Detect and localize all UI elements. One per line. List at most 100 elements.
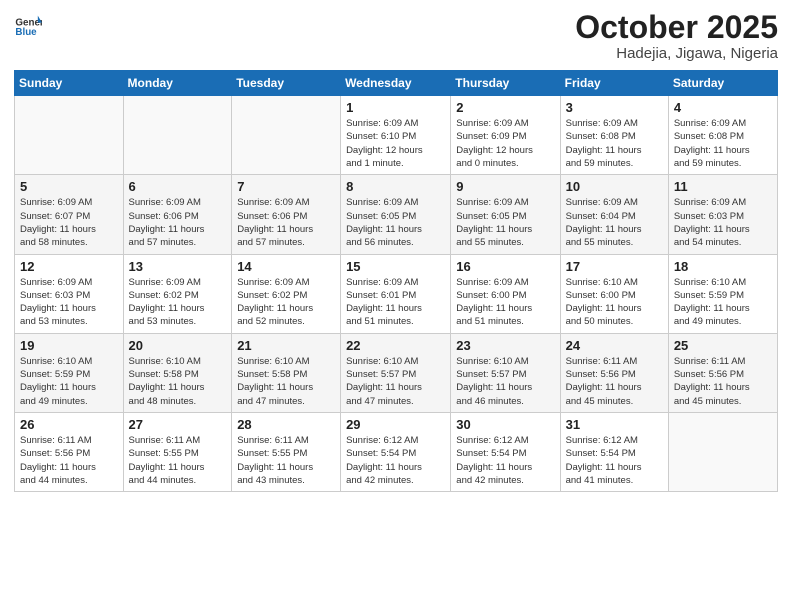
header: General Blue October 2025 Hadejia, Jigaw… bbox=[14, 10, 778, 62]
calendar-day-22: 22 Sunrise: 6:10 AM Sunset: 5:57 PM Dayli… bbox=[341, 333, 451, 412]
calendar-day-27: 27 Sunrise: 6:11 AM Sunset: 5:55 PM Dayli… bbox=[123, 412, 232, 491]
calendar-day-3: 3 Sunrise: 6:09 AM Sunset: 6:08 PM Daylig… bbox=[560, 96, 668, 175]
day-info: Sunrise: 6:11 AM Sunset: 5:56 PM Dayligh… bbox=[20, 434, 118, 487]
day-number: 18 bbox=[674, 259, 772, 274]
day-info: Sunrise: 6:10 AM Sunset: 5:58 PM Dayligh… bbox=[129, 355, 227, 408]
day-number: 31 bbox=[566, 417, 663, 432]
calendar-day-20: 20Sunrise: 6:10 AM Sunset: 5:58 PM Dayli… bbox=[123, 333, 232, 412]
day-number: 6 bbox=[129, 179, 227, 194]
day-info: Sunrise: 6:10 AM Sunset: 5:57 PM Dayligh… bbox=[346, 355, 445, 408]
calendar-day-25: 25 Sunrise: 6:11 AM Sunset: 5:56 PM Dayli… bbox=[668, 333, 777, 412]
day-number: 25 bbox=[674, 338, 772, 353]
day-info: Sunrise: 6:12 AM Sunset: 5:54 PM Dayligh… bbox=[566, 434, 663, 487]
day-info: Sunrise: 6:09 AM Sunset: 6:03 PM Dayligh… bbox=[674, 196, 772, 249]
calendar-day-8: 8 Sunrise: 6:09 AM Sunset: 6:05 PM Daylig… bbox=[341, 175, 451, 254]
weekday-header-row: SundayMondayTuesdayWednesdayThursdayFrid… bbox=[15, 71, 778, 96]
day-info: Sunrise: 6:10 AM Sunset: 5:57 PM Dayligh… bbox=[456, 355, 554, 408]
day-info: Sunrise: 6:09 AM Sunset: 6:05 PM Dayligh… bbox=[346, 196, 445, 249]
calendar-day-6: 6 Sunrise: 6:09 AM Sunset: 6:06 PM Daylig… bbox=[123, 175, 232, 254]
calendar-day-28: 28 Sunrise: 6:11 AM Sunset: 5:55 PM Dayli… bbox=[232, 412, 341, 491]
calendar-day-24: 24 Sunrise: 6:11 AM Sunset: 5:56 PM Dayli… bbox=[560, 333, 668, 412]
month-title: October 2025 bbox=[575, 10, 778, 45]
day-number: 11 bbox=[674, 179, 772, 194]
empty-day bbox=[668, 412, 777, 491]
day-number: 12 bbox=[20, 259, 118, 274]
day-info: Sunrise: 6:12 AM Sunset: 5:54 PM Dayligh… bbox=[346, 434, 445, 487]
day-info: Sunrise: 6:09 AM Sunset: 6:03 PM Dayligh… bbox=[20, 276, 118, 329]
empty-day bbox=[15, 96, 124, 175]
day-number: 27 bbox=[129, 417, 227, 432]
calendar-day-31: 31 Sunrise: 6:12 AM Sunset: 5:54 PM Dayli… bbox=[560, 412, 668, 491]
day-number: 16 bbox=[456, 259, 554, 274]
day-number: 5 bbox=[20, 179, 118, 194]
weekday-header-friday: Friday bbox=[560, 71, 668, 96]
day-number: 19 bbox=[20, 338, 118, 353]
calendar-day-1: 1Sunrise: 6:09 AM Sunset: 6:10 PM Daylig… bbox=[341, 96, 451, 175]
calendar-day-9: 9 Sunrise: 6:09 AM Sunset: 6:05 PM Daylig… bbox=[451, 175, 560, 254]
day-number: 7 bbox=[237, 179, 335, 194]
day-info: Sunrise: 6:10 AM Sunset: 6:00 PM Dayligh… bbox=[566, 276, 663, 329]
day-info: Sunrise: 6:09 AM Sunset: 6:06 PM Dayligh… bbox=[129, 196, 227, 249]
calendar-day-12: 12 Sunrise: 6:09 AM Sunset: 6:03 PM Dayli… bbox=[15, 254, 124, 333]
svg-text:Blue: Blue bbox=[15, 27, 37, 38]
day-number: 9 bbox=[456, 179, 554, 194]
day-number: 2 bbox=[456, 100, 554, 115]
day-info: Sunrise: 6:09 AM Sunset: 6:09 PM Dayligh… bbox=[456, 117, 554, 170]
day-info: Sunrise: 6:09 AM Sunset: 6:00 PM Dayligh… bbox=[456, 276, 554, 329]
day-info: Sunrise: 6:09 AM Sunset: 6:08 PM Dayligh… bbox=[674, 117, 772, 170]
logo-icon: General Blue bbox=[14, 10, 42, 38]
logo: General Blue bbox=[14, 10, 44, 38]
day-info: Sunrise: 6:10 AM Sunset: 5:59 PM Dayligh… bbox=[674, 276, 772, 329]
calendar-week-5: 26Sunrise: 6:11 AM Sunset: 5:56 PM Dayli… bbox=[15, 412, 778, 491]
title-area: October 2025 Hadejia, Jigawa, Nigeria bbox=[575, 10, 778, 62]
day-number: 1 bbox=[346, 100, 445, 115]
day-number: 22 bbox=[346, 338, 445, 353]
calendar-week-2: 5 Sunrise: 6:09 AM Sunset: 6:07 PM Daylig… bbox=[15, 175, 778, 254]
day-number: 30 bbox=[456, 417, 554, 432]
day-number: 28 bbox=[237, 417, 335, 432]
day-info: Sunrise: 6:11 AM Sunset: 5:56 PM Dayligh… bbox=[566, 355, 663, 408]
calendar-day-26: 26Sunrise: 6:11 AM Sunset: 5:56 PM Dayli… bbox=[15, 412, 124, 491]
empty-day bbox=[123, 96, 232, 175]
day-number: 3 bbox=[566, 100, 663, 115]
calendar-day-10: 10Sunrise: 6:09 AM Sunset: 6:04 PM Dayli… bbox=[560, 175, 668, 254]
day-number: 21 bbox=[237, 338, 335, 353]
day-info: Sunrise: 6:09 AM Sunset: 6:06 PM Dayligh… bbox=[237, 196, 335, 249]
day-number: 13 bbox=[129, 259, 227, 274]
calendar-day-23: 23Sunrise: 6:10 AM Sunset: 5:57 PM Dayli… bbox=[451, 333, 560, 412]
day-info: Sunrise: 6:09 AM Sunset: 6:07 PM Dayligh… bbox=[20, 196, 118, 249]
day-info: Sunrise: 6:11 AM Sunset: 5:56 PM Dayligh… bbox=[674, 355, 772, 408]
calendar-day-7: 7 Sunrise: 6:09 AM Sunset: 6:06 PM Daylig… bbox=[232, 175, 341, 254]
weekday-header-thursday: Thursday bbox=[451, 71, 560, 96]
weekday-header-wednesday: Wednesday bbox=[341, 71, 451, 96]
day-number: 4 bbox=[674, 100, 772, 115]
calendar-day-29: 29Sunrise: 6:12 AM Sunset: 5:54 PM Dayli… bbox=[341, 412, 451, 491]
calendar-day-19: 19Sunrise: 6:10 AM Sunset: 5:59 PM Dayli… bbox=[15, 333, 124, 412]
calendar-day-30: 30Sunrise: 6:12 AM Sunset: 5:54 PM Dayli… bbox=[451, 412, 560, 491]
day-info: Sunrise: 6:11 AM Sunset: 5:55 PM Dayligh… bbox=[129, 434, 227, 487]
day-number: 14 bbox=[237, 259, 335, 274]
day-number: 17 bbox=[566, 259, 663, 274]
calendar-day-18: 18 Sunrise: 6:10 AM Sunset: 5:59 PM Dayli… bbox=[668, 254, 777, 333]
calendar-day-21: 21 Sunrise: 6:10 AM Sunset: 5:58 PM Dayli… bbox=[232, 333, 341, 412]
day-number: 24 bbox=[566, 338, 663, 353]
day-info: Sunrise: 6:11 AM Sunset: 5:55 PM Dayligh… bbox=[237, 434, 335, 487]
calendar-day-5: 5 Sunrise: 6:09 AM Sunset: 6:07 PM Daylig… bbox=[15, 175, 124, 254]
calendar-day-2: 2 Sunrise: 6:09 AM Sunset: 6:09 PM Daylig… bbox=[451, 96, 560, 175]
calendar-day-13: 13 Sunrise: 6:09 AM Sunset: 6:02 PM Dayli… bbox=[123, 254, 232, 333]
calendar-day-15: 15Sunrise: 6:09 AM Sunset: 6:01 PM Dayli… bbox=[341, 254, 451, 333]
day-number: 8 bbox=[346, 179, 445, 194]
day-info: Sunrise: 6:09 AM Sunset: 6:08 PM Dayligh… bbox=[566, 117, 663, 170]
day-info: Sunrise: 6:10 AM Sunset: 5:58 PM Dayligh… bbox=[237, 355, 335, 408]
calendar-day-4: 4 Sunrise: 6:09 AM Sunset: 6:08 PM Daylig… bbox=[668, 96, 777, 175]
calendar-week-4: 19Sunrise: 6:10 AM Sunset: 5:59 PM Dayli… bbox=[15, 333, 778, 412]
location-subtitle: Hadejia, Jigawa, Nigeria bbox=[575, 45, 778, 62]
calendar-day-16: 16 Sunrise: 6:09 AM Sunset: 6:00 PM Dayli… bbox=[451, 254, 560, 333]
calendar-week-1: 1Sunrise: 6:09 AM Sunset: 6:10 PM Daylig… bbox=[15, 96, 778, 175]
day-info: Sunrise: 6:09 AM Sunset: 6:02 PM Dayligh… bbox=[237, 276, 335, 329]
calendar-day-14: 14 Sunrise: 6:09 AM Sunset: 6:02 PM Dayli… bbox=[232, 254, 341, 333]
day-number: 15 bbox=[346, 259, 445, 274]
day-info: Sunrise: 6:09 AM Sunset: 6:02 PM Dayligh… bbox=[129, 276, 227, 329]
day-info: Sunrise: 6:09 AM Sunset: 6:05 PM Dayligh… bbox=[456, 196, 554, 249]
calendar-day-17: 17 Sunrise: 6:10 AM Sunset: 6:00 PM Dayli… bbox=[560, 254, 668, 333]
